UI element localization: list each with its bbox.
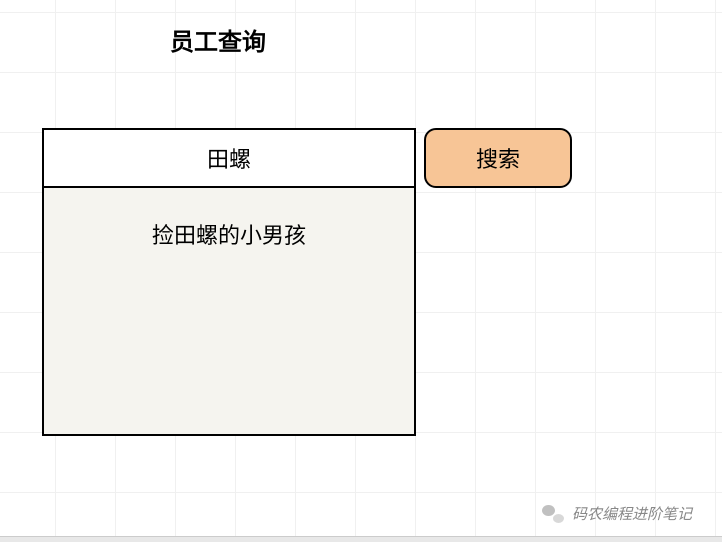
search-row: 田螺 搜索 bbox=[42, 128, 572, 188]
watermark: 码农编程进阶笔记 bbox=[542, 503, 692, 524]
scrollbar-track bbox=[0, 536, 722, 542]
search-button[interactable]: 搜索 bbox=[424, 128, 572, 188]
search-input[interactable]: 田螺 bbox=[42, 128, 416, 188]
result-item[interactable]: 捡田螺的小男孩 bbox=[44, 218, 414, 250]
watermark-text: 码农编程进阶笔记 bbox=[572, 503, 692, 524]
results-panel: 捡田螺的小男孩 bbox=[42, 188, 416, 436]
wechat-icon bbox=[542, 505, 564, 523]
page-title: 员工查询 bbox=[170, 22, 266, 57]
